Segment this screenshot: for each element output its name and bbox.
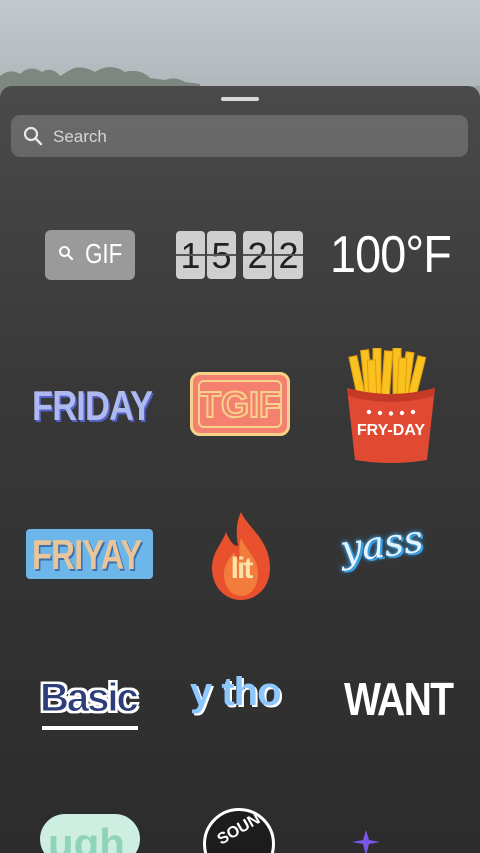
search-icon bbox=[23, 126, 43, 146]
sound-sticker[interactable]: SOUN bbox=[203, 808, 275, 853]
sparkle-sticker[interactable] bbox=[346, 826, 386, 853]
yass-sticker[interactable]: yass bbox=[337, 516, 425, 571]
fries-icon bbox=[347, 347, 435, 463]
friyay-label: FRIYAY bbox=[32, 531, 142, 578]
friyay-sticker[interactable]: FRIYAY bbox=[26, 529, 153, 579]
search-input[interactable] bbox=[51, 115, 455, 159]
drag-handle[interactable] bbox=[221, 97, 259, 101]
search-icon bbox=[59, 246, 74, 261]
y-tho-sticker[interactable]: y tho bbox=[190, 670, 282, 715]
lit-label: lit bbox=[230, 552, 254, 585]
temperature-sticker[interactable]: 100°F bbox=[330, 227, 452, 283]
fry-day-label: FRY-DAY bbox=[356, 422, 426, 439]
ugh-label: ugh bbox=[48, 820, 125, 853]
search-bar[interactable] bbox=[11, 115, 468, 159]
want-sticker[interactable]: WANT bbox=[344, 672, 454, 726]
tgif-sticker[interactable]: TGIF bbox=[190, 372, 290, 436]
sticker-tray: GIF 1 5 2 2 100°F FRIDAY TGIF bbox=[0, 86, 480, 853]
friday-sticker[interactable]: FRIDAY bbox=[32, 382, 153, 430]
basic-sticker[interactable]: Basic bbox=[40, 676, 140, 721]
clock-digit: 1 bbox=[176, 231, 205, 279]
clock-digit: 2 bbox=[243, 231, 272, 279]
lit-sticker[interactable]: lit bbox=[208, 510, 274, 602]
ugh-sticker[interactable]: ugh bbox=[40, 814, 140, 853]
sound-label: SOUN bbox=[214, 810, 264, 849]
basic-underline bbox=[42, 726, 138, 730]
tgif-label: TGIF bbox=[198, 383, 282, 426]
clock-digit: 2 bbox=[274, 231, 303, 279]
gif-sticker[interactable]: GIF bbox=[45, 230, 135, 280]
clock-sticker[interactable]: 1 5 2 2 bbox=[176, 231, 304, 279]
gif-label: GIF bbox=[85, 238, 123, 269]
fry-day-sticker[interactable]: FRY-DAY bbox=[345, 347, 437, 463]
clock-digit: 5 bbox=[207, 231, 236, 279]
